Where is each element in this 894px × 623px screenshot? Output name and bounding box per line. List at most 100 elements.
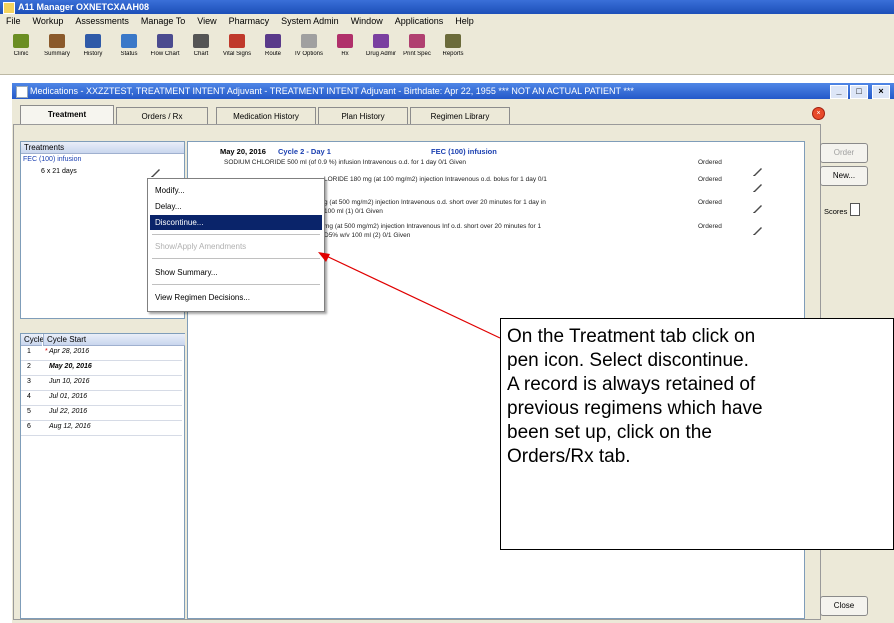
drug-admin-toolbar-button[interactable]: Drug Admin: [366, 32, 396, 68]
order-row-text[interactable]: LORIDE 180 mg (at 100 mg/m2) injection I…: [324, 176, 547, 183]
pen-icon[interactable]: [752, 181, 764, 193]
print-toolbar-button[interactable]: Print Spec: [402, 32, 432, 68]
menu-view[interactable]: View: [191, 14, 222, 26]
rx-icon: [337, 34, 353, 48]
menu-help[interactable]: Help: [449, 14, 480, 26]
clinic-toolbar-button[interactable]: Clinic: [6, 32, 36, 68]
pen-icon[interactable]: [752, 165, 764, 177]
cycle-start-date[interactable]: May 20, 2016: [49, 363, 92, 370]
minimize-button[interactable]: _: [830, 85, 848, 99]
scores-document-icon[interactable]: [850, 203, 860, 216]
iv-icon: [301, 34, 317, 48]
callout-line: On the Treatment tab click on: [507, 326, 756, 347]
history-toolbar-button[interactable]: History: [78, 32, 108, 68]
summary-toolbar-button[interactable]: Summary: [42, 32, 72, 68]
summary-icon: [49, 34, 65, 48]
menu-item-view-regimen-decisions[interactable]: View Regimen Decisions...: [150, 290, 322, 305]
cycle-number[interactable]: 5: [27, 408, 31, 415]
menu-applications[interactable]: Applications: [389, 14, 450, 26]
pen-icon[interactable]: [752, 224, 764, 236]
menu-separator: [152, 234, 320, 235]
instruction-callout: On the Treatment tab click on pen icon. S…: [500, 318, 894, 550]
pen-icon[interactable]: [752, 202, 764, 214]
cycle-start-date[interactable]: Apr 28, 2016: [49, 348, 89, 355]
order-button[interactable]: Order: [820, 143, 868, 163]
menu-system-admin[interactable]: System Admin: [275, 14, 345, 26]
toolbar-button-label: Rx: [341, 51, 349, 57]
order-row-text[interactable]: mg (at 500 mg/m2) injection Intravenous …: [324, 223, 541, 230]
order-row-text-2[interactable]: 100 ml (1) 0/1 Given: [324, 208, 383, 215]
menu-item-discontinue[interactable]: Discontinue...: [150, 215, 322, 230]
history-icon: [85, 34, 101, 48]
menu-item-modify[interactable]: Modify...: [150, 183, 322, 198]
menu-window[interactable]: Window: [345, 14, 389, 26]
vitals-toolbar-button[interactable]: Vital Signs: [222, 32, 252, 68]
toolbar-button-label: Chart: [193, 51, 209, 57]
row-divider: [21, 435, 182, 436]
menu-file[interactable]: File: [0, 14, 27, 26]
app-title: A11 Manager OXNETCXAAH08: [18, 2, 150, 12]
chart-icon: [193, 34, 209, 48]
treatment-pen-icon[interactable]: [150, 166, 162, 178]
treatment-duration[interactable]: 6 x 21 days: [41, 168, 77, 175]
rx-toolbar-button[interactable]: Rx: [330, 32, 360, 68]
toolbar-button-label: Print Spec: [403, 51, 431, 57]
row-divider: [21, 360, 182, 361]
menu-pharmacy[interactable]: Pharmacy: [223, 14, 276, 26]
cycle-start-date[interactable]: Aug 12, 2016: [49, 423, 91, 430]
flowchart-icon: [157, 34, 173, 48]
callout-line: been set up, click on the: [507, 422, 712, 443]
window-title: Medications - XXZZTEST, TREATMENT INTENT…: [30, 86, 634, 96]
order-row-status: Ordered: [698, 223, 722, 230]
maximize-button[interactable]: □: [850, 85, 868, 99]
callout-line: A record is always retained of: [507, 374, 756, 395]
route-toolbar-button[interactable]: Route: [258, 32, 288, 68]
cycle-number[interactable]: 6: [27, 423, 31, 430]
tab-medication-history[interactable]: Medication History: [216, 107, 316, 125]
tab-treatment[interactable]: Treatment: [20, 105, 114, 126]
menu-assessments[interactable]: Assessments: [69, 14, 135, 26]
menu-item-show-apply-amendments[interactable]: Show/Apply Amendments: [150, 239, 322, 254]
close-window-button[interactable]: ×: [872, 85, 890, 99]
day-regimen: FEC (100) infusion: [431, 147, 497, 156]
tab-regimen-library[interactable]: Regimen Library: [410, 107, 510, 125]
order-row-status: Ordered: [698, 176, 722, 183]
cycles-panel: Cycle Cycle Start 1 Apr 28, 2016 2 May 20, …: [20, 333, 185, 619]
menu-item-delay[interactable]: Delay...: [150, 199, 322, 214]
alert-icon[interactable]: ×: [812, 107, 825, 120]
menu-manage-to[interactable]: Manage To: [135, 14, 191, 26]
cycle-number[interactable]: 3: [27, 378, 31, 385]
chart-toolbar-button[interactable]: Chart: [186, 32, 216, 68]
cycle-start-date[interactable]: Jun 10, 2016: [49, 378, 89, 385]
toolbar-button-label: Drug Admin: [366, 51, 396, 57]
context-menu: Modify... Delay... Discontinue... Show/A…: [147, 178, 325, 312]
reports-icon: [445, 34, 461, 48]
menu-workup[interactable]: Workup: [27, 14, 70, 26]
cycle-number[interactable]: 2: [27, 363, 31, 370]
toolbar-button-label: History: [83, 51, 103, 57]
menu-separator: [152, 258, 320, 259]
new-button[interactable]: New...: [820, 166, 868, 186]
window-icon: [16, 86, 28, 98]
current-cycle-marker: *: [45, 348, 48, 355]
tab-orders-rx[interactable]: Orders / Rx: [116, 107, 208, 125]
reports-toolbar-button[interactable]: Reports: [438, 32, 468, 68]
day-date: May 20, 2016: [220, 147, 266, 156]
order-row-text-2[interactable]: D5% w/v 100 ml (2) 0/1 Given: [324, 232, 410, 239]
status-toolbar-button[interactable]: Status: [114, 32, 144, 68]
iv-toolbar-button[interactable]: IV Options: [294, 32, 324, 68]
cycle-start-date[interactable]: Jul 01, 2016: [49, 393, 87, 400]
cycle-start-date[interactable]: Jul 22, 2016: [49, 408, 87, 415]
order-row-text[interactable]: g (at 500 mg/m2) injection Intravenous o…: [324, 199, 546, 206]
toolbar-button-label: Route: [264, 51, 281, 57]
flowchart-toolbar-button[interactable]: Flow Chart: [150, 32, 180, 68]
order-row-text[interactable]: SODIUM CHLORIDE 500 ml (of 0.9 %) infusi…: [224, 159, 466, 166]
tab-plan-history[interactable]: Plan History: [318, 107, 408, 125]
cycle-number[interactable]: 4: [27, 393, 31, 400]
toolbar-button-label: Status: [120, 51, 138, 57]
treatment-item[interactable]: FEC (100) infusion: [23, 156, 81, 163]
close-button[interactable]: Close: [820, 596, 868, 616]
menu-item-show-summary[interactable]: Show Summary...: [150, 265, 322, 280]
row-divider: [21, 375, 182, 376]
cycle-number[interactable]: 1: [27, 348, 31, 355]
